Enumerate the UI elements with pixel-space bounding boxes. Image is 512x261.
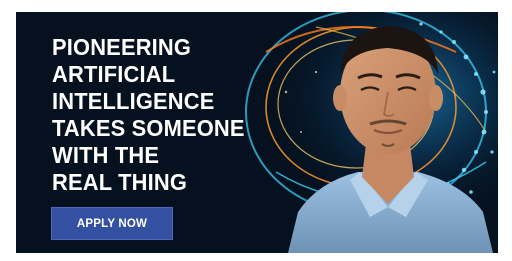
headline-line-1: PIONEERING [52, 34, 192, 60]
apply-now-button[interactable]: APPLY NOW [51, 207, 173, 240]
headline-line-3: INTELLIGENCE [52, 88, 215, 114]
headline-line-4: TAKES SOMEONE [52, 115, 245, 141]
headline-line-2: ARTIFICIAL [52, 61, 176, 87]
headline-line-6: REAL THING [52, 169, 188, 195]
ad-banner[interactable]: PIONEERING ARTIFICIAL INTELLIGENCE TAKES… [16, 12, 498, 253]
headline: PIONEERING ARTIFICIAL INTELLIGENCE TAKES… [52, 34, 294, 196]
person-photo [288, 26, 493, 253]
headline-line-5: WITH THE [52, 142, 160, 168]
